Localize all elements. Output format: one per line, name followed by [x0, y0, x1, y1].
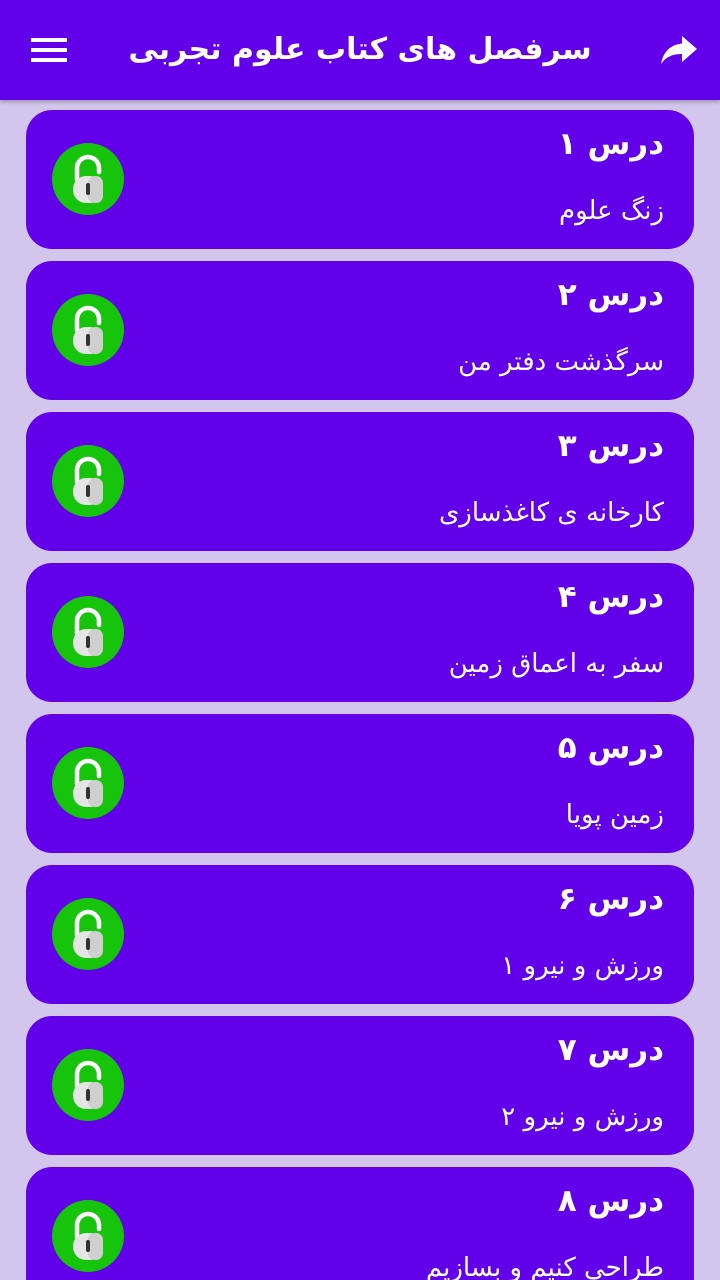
hamburger-menu-icon	[31, 38, 67, 62]
unlocked-lock-icon	[52, 747, 124, 819]
lesson-title: طراحی کنیم و بسازیم	[425, 1253, 664, 1280]
lesson-number: درس ۸	[557, 1183, 664, 1219]
lesson-title: زنگ علوم	[559, 196, 664, 226]
unlocked-lock-icon	[52, 1049, 124, 1121]
unlocked-lock-icon	[52, 445, 124, 517]
lesson-number: درس ۵	[557, 730, 664, 766]
app-bar: سرفصل های کتاب علوم تجربی	[0, 0, 720, 100]
lesson-card-6[interactable]: درس ۶ ورزش و نیرو ۱	[26, 865, 694, 1004]
lesson-number: درس ۴	[557, 579, 664, 615]
share-button[interactable]	[652, 26, 706, 74]
lesson-card-2[interactable]: درس ۲ سرگذشت دفتر من	[26, 261, 694, 400]
lesson-card-8[interactable]: درس ۸ طراحی کنیم و بسازیم	[26, 1167, 694, 1280]
lesson-title: ورزش و نیرو ۲	[501, 1102, 664, 1132]
page-title: سرفصل های کتاب علوم تجربی	[128, 32, 592, 67]
lesson-card-4[interactable]: درس ۴ سفر به اعماق زمین	[26, 563, 694, 702]
lesson-card-1[interactable]: درس ۱ زنگ علوم	[26, 110, 694, 249]
lesson-title: سرگذشت دفتر من	[458, 347, 664, 377]
lesson-card-5[interactable]: درس ۵ زمین پویا	[26, 714, 694, 853]
lesson-number: درس ۱	[557, 126, 664, 162]
unlocked-lock-icon	[52, 596, 124, 668]
lesson-title: ورزش و نیرو ۱	[501, 951, 664, 981]
unlocked-lock-icon	[52, 1200, 124, 1272]
lesson-title: سفر به اعماق زمین	[448, 649, 664, 679]
share-arrow-icon	[661, 36, 697, 64]
unlocked-lock-icon	[52, 294, 124, 366]
lesson-number: درس ۳	[557, 428, 664, 464]
lesson-list[interactable]: درس ۱ زنگ علوم درس ۲ سرگذشت دفتر من درس …	[0, 100, 720, 1280]
lesson-card-7[interactable]: درس ۷ ورزش و نیرو ۲	[26, 1016, 694, 1155]
lesson-number: درس ۲	[557, 277, 664, 313]
unlocked-lock-icon	[52, 898, 124, 970]
lesson-title: کارخانه ی کاغذسازی	[438, 498, 664, 528]
lesson-card-3[interactable]: درس ۳ کارخانه ی کاغذسازی	[26, 412, 694, 551]
lesson-number: درس ۷	[557, 1032, 664, 1068]
unlocked-lock-icon	[52, 143, 124, 215]
lesson-number: درس ۶	[557, 881, 664, 917]
lesson-title: زمین پویا	[565, 800, 664, 830]
menu-button[interactable]	[22, 28, 76, 72]
